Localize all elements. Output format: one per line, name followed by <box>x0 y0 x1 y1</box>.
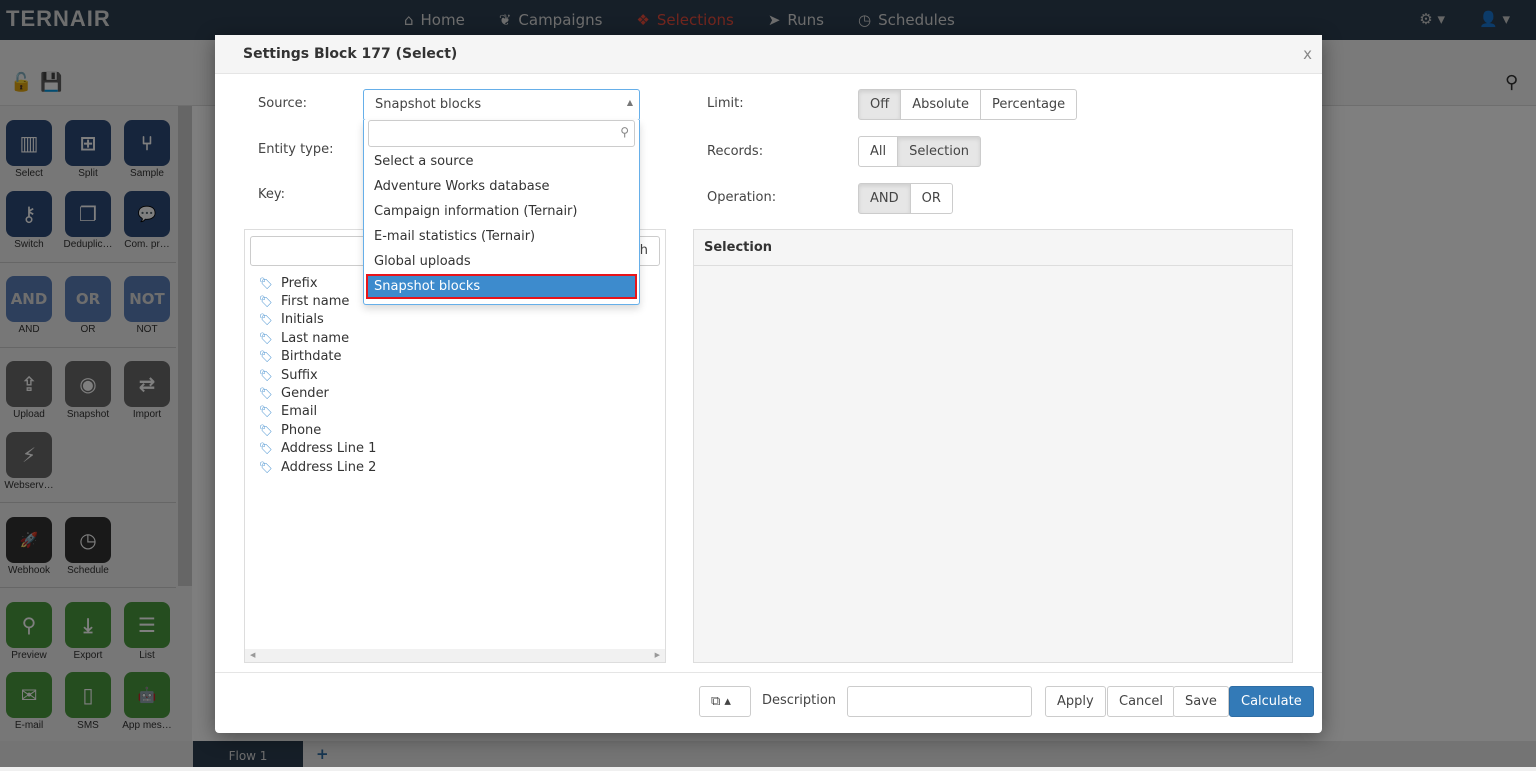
operation-option-or[interactable]: OR <box>909 183 953 214</box>
tag-icon: 🏷 <box>259 276 273 290</box>
source-option[interactable]: E-mail statistics (Ternair) <box>364 224 639 249</box>
tag-icon: 🏷 <box>259 313 273 327</box>
field-label: Suffix <box>281 367 318 383</box>
field-item[interactable]: 🏷 Suffix <box>259 366 376 384</box>
records-option-all[interactable]: All <box>858 136 899 167</box>
field-label: First name <box>281 294 350 310</box>
operation-toggle: AND OR <box>858 183 953 214</box>
field-item[interactable]: 🏷 Last name <box>259 329 376 347</box>
field-label: Last name <box>281 330 350 346</box>
selection-header: Selection <box>694 230 1292 266</box>
field-item[interactable]: 🏷 Birthdate <box>259 348 376 366</box>
tag-icon: 🏷 <box>259 331 273 345</box>
save-button[interactable]: Save <box>1173 686 1229 717</box>
limit-option-absolute[interactable]: Absolute <box>900 89 982 120</box>
field-label: Email <box>281 404 318 420</box>
selection-panel: Selection <box>693 229 1293 663</box>
settings-modal: Settings Block 177 (Select) x Source: Ent… <box>215 35 1322 733</box>
caret-up-icon: ▲ <box>626 98 633 107</box>
description-input[interactable] <box>847 686 1032 717</box>
field-item[interactable]: 🏷 Email <box>259 403 376 421</box>
search-icon: ⚲ <box>620 125 629 139</box>
limit-toggle: Off Absolute Percentage <box>858 89 1078 120</box>
field-label: Address Line 1 <box>281 441 377 457</box>
tag-icon: 🏷 <box>259 405 273 419</box>
tag-icon: 🏷 <box>259 368 273 382</box>
source-dropdown: ⚲ Select a source Adventure Works databas… <box>363 120 640 305</box>
source-select-value: Snapshot blocks <box>375 97 482 112</box>
field-item[interactable]: 🏷 Gender <box>259 384 376 402</box>
records-option-selection[interactable]: Selection <box>897 136 982 167</box>
tag-icon: 🏷 <box>259 295 273 309</box>
footer-divider <box>215 672 1322 673</box>
operation-option-and[interactable]: AND <box>858 183 911 214</box>
field-item[interactable]: 🏷 Address Line 1 <box>259 440 376 458</box>
records-toggle: All Selection <box>858 136 982 167</box>
field-label: Phone <box>281 422 322 438</box>
calculate-button[interactable]: Calculate <box>1229 686 1314 717</box>
search-button[interactable]: h <box>640 243 648 258</box>
field-label: Address Line 2 <box>281 459 377 475</box>
dropdown-search-input[interactable]: ⚲ <box>368 120 635 147</box>
source-option[interactable]: Campaign information (Ternair) <box>364 199 639 224</box>
records-label: Records: <box>707 144 764 159</box>
field-label: Gender <box>281 386 329 402</box>
operation-label: Operation: <box>707 190 777 205</box>
field-label: Initials <box>281 312 324 328</box>
tag-icon: 🏷 <box>259 442 273 456</box>
source-option[interactable]: Adventure Works database <box>364 174 639 199</box>
source-select[interactable]: Snapshot blocks ▲ <box>363 89 640 121</box>
source-option[interactable]: Select a source <box>364 149 639 174</box>
apply-button[interactable]: Apply <box>1045 686 1106 717</box>
limit-option-percentage[interactable]: Percentage <box>980 89 1078 120</box>
source-option[interactable]: Snapshot blocks <box>366 274 637 299</box>
description-label: Description <box>762 693 837 708</box>
field-item[interactable]: 🏷 Prefix <box>259 274 376 292</box>
source-label: Source: <box>258 96 308 111</box>
modal-title: Settings Block 177 (Select) <box>243 46 458 62</box>
close-button[interactable]: x <box>1303 45 1312 63</box>
horizontal-scrollbar[interactable]: ◀ ▶ <box>245 649 665 662</box>
cancel-button[interactable]: Cancel <box>1107 686 1176 717</box>
field-label: Birthdate <box>281 349 342 365</box>
entity-type-label: Entity type: <box>258 142 334 157</box>
limit-label: Limit: <box>707 96 744 111</box>
field-label: Prefix <box>281 275 318 291</box>
tag-icon: 🏷 <box>259 350 273 364</box>
field-item[interactable]: 🏷 Initials <box>259 311 376 329</box>
field-item[interactable]: 🏷 Phone <box>259 421 376 439</box>
tag-icon: 🏷 <box>259 423 273 437</box>
tag-icon: 🏷 <box>259 460 273 474</box>
source-option[interactable]: Global uploads <box>364 249 639 274</box>
tag-icon: 🏷 <box>259 387 273 401</box>
field-item[interactable]: 🏷 Address Line 2 <box>259 458 376 476</box>
copy-dropdown-button[interactable]: ⧉ ▴ <box>699 686 751 717</box>
field-item[interactable]: 🏷 First name <box>259 292 376 310</box>
key-label: Key: <box>258 187 286 202</box>
limit-option-off[interactable]: Off <box>858 89 902 120</box>
